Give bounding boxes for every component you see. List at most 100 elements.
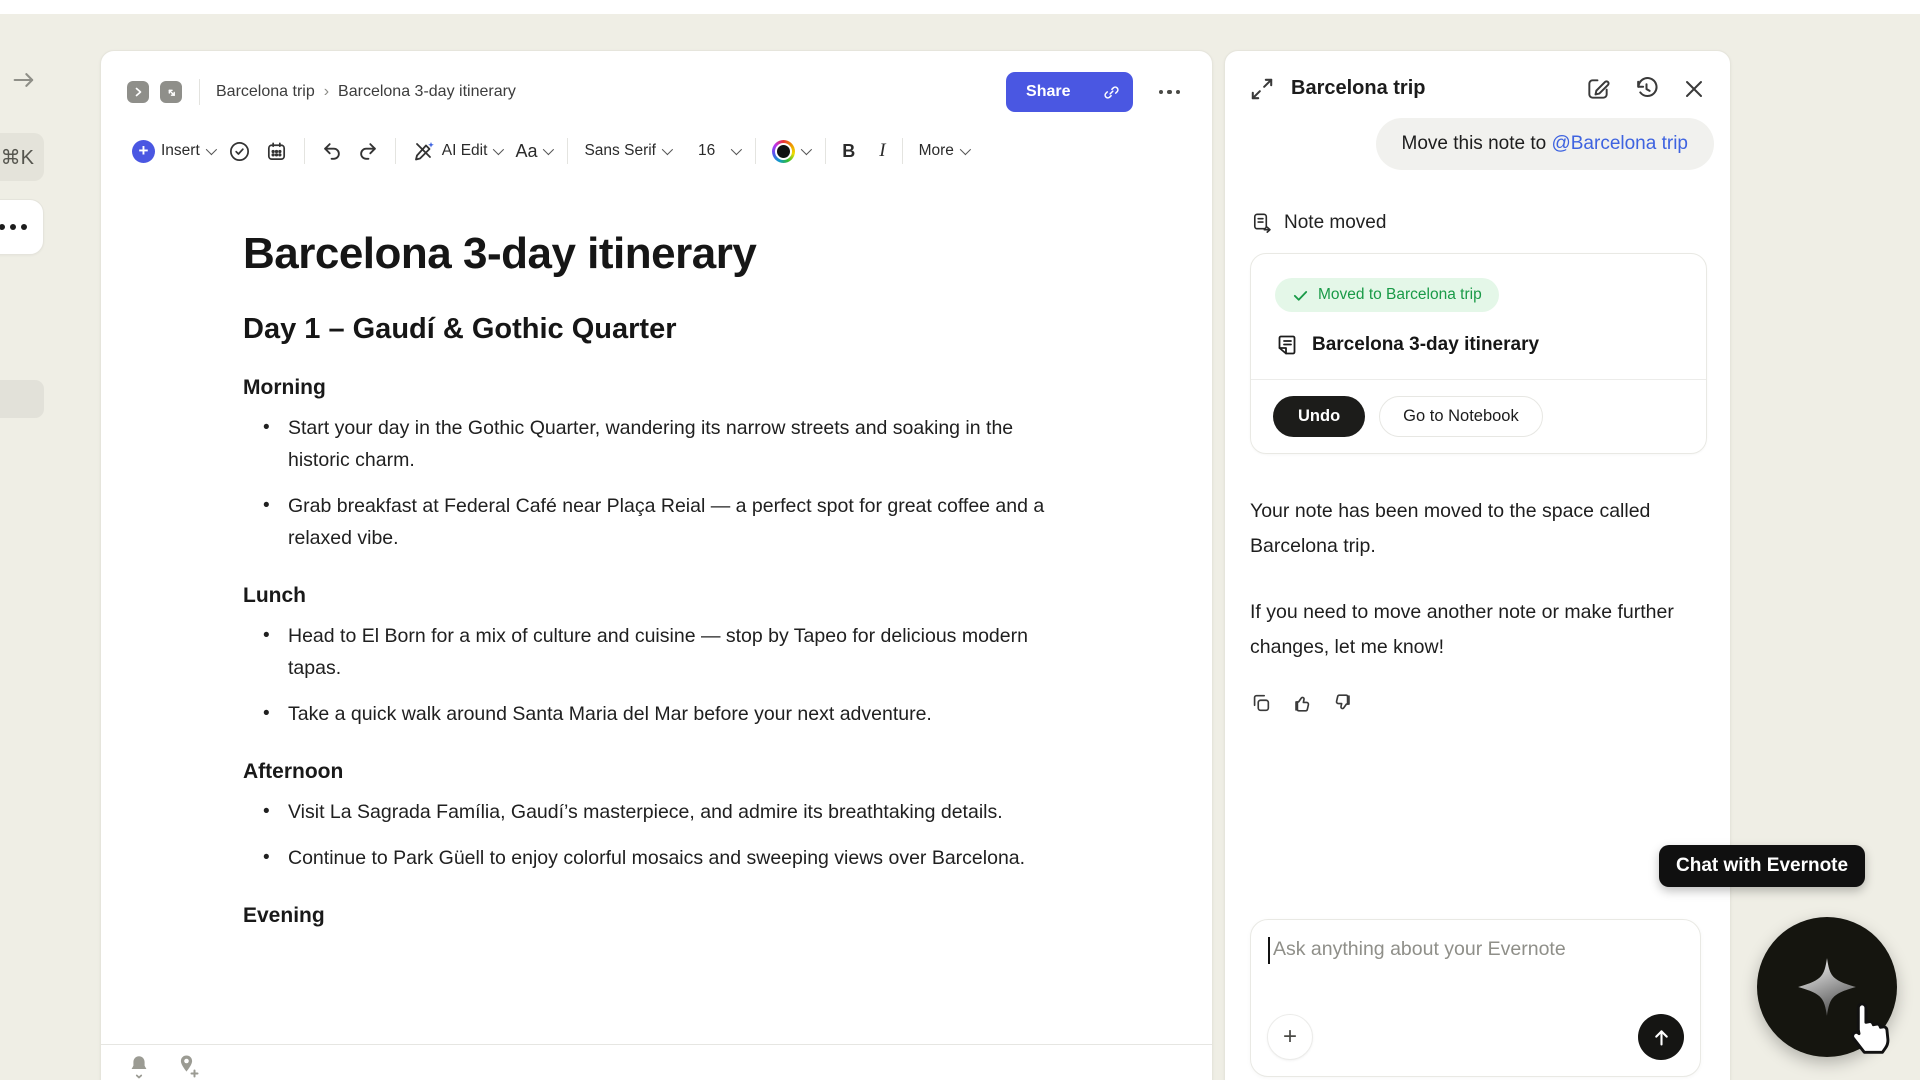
divider — [101, 1044, 1212, 1045]
status-row: Note moved — [1250, 211, 1730, 234]
moved-note-row: Barcelona 3-day itinerary — [1275, 333, 1682, 357]
text-style-dropdown[interactable]: Aa — [508, 137, 558, 166]
assistant-panel: Barcelona trip Move this note to @Barcel… — [1224, 50, 1731, 1080]
pin-add-button[interactable] — [175, 1053, 201, 1079]
note-content[interactable]: Barcelona 3-day itinerary Day 1 – Gaudí … — [101, 177, 1212, 928]
pin-add-icon — [175, 1053, 201, 1079]
thumbs-up-icon — [1291, 692, 1313, 714]
checklist-button[interactable] — [221, 136, 258, 167]
attach-button[interactable]: + — [1267, 1014, 1313, 1060]
sidebar-expand-arrow-icon[interactable] — [10, 66, 38, 94]
collapse-panel-icon[interactable] — [127, 81, 149, 103]
bullet-item: Start your day in the Gothic Quarter, wa… — [243, 412, 1062, 476]
thumbs-down-button[interactable] — [1332, 692, 1354, 714]
italic-button[interactable]: I — [872, 136, 892, 166]
note-moved-card: Moved to Barcelona trip Barcelona 3-day … — [1250, 253, 1707, 454]
top-strip — [0, 0, 1920, 14]
ai-edit-dropdown[interactable]: AI Edit — [405, 135, 509, 167]
ai-pen-icon — [412, 139, 436, 163]
insert-dropdown[interactable]: + Insert — [125, 136, 221, 167]
check-icon — [1292, 287, 1309, 304]
text-cursor — [1268, 937, 1270, 964]
chat-input[interactable]: Ask anything about your Evernote + — [1250, 919, 1701, 1077]
redo-icon — [357, 140, 379, 162]
divider — [199, 79, 200, 105]
chevron-down-icon — [662, 144, 673, 155]
undo-button[interactable] — [314, 136, 350, 166]
sidebar-more-button[interactable] — [0, 199, 44, 255]
chat-input-placeholder: Ask anything about your Evernote — [1273, 938, 1566, 961]
chevron-down-icon — [801, 144, 812, 155]
copy-icon — [1250, 692, 1272, 714]
message-actions — [1250, 692, 1730, 714]
note-editor-card: Barcelona trip › Barcelona 3-day itinera… — [100, 50, 1213, 1080]
send-button[interactable] — [1638, 1014, 1684, 1060]
close-panel-button[interactable] — [1682, 77, 1706, 101]
card-actions: Undo Go to Notebook — [1251, 379, 1706, 453]
bullet-item: Head to El Born for a mix of culture and… — [243, 620, 1062, 684]
chat-with-evernote-fab[interactable] — [1757, 917, 1897, 1057]
redo-button[interactable] — [350, 136, 386, 166]
chevron-down-icon — [960, 144, 971, 155]
bold-button[interactable]: B — [835, 137, 862, 166]
section-heading: Evening — [243, 904, 1062, 928]
breadcrumb-separator: › — [324, 83, 329, 101]
chevron-down-icon — [543, 144, 554, 155]
color-wheel-icon — [772, 140, 795, 163]
font-size-dropdown[interactable]: 16 — [691, 138, 746, 164]
user-message-bubble: Move this note to @Barcelona trip — [1376, 118, 1715, 170]
bullet-list: Visit La Sagrada Família, Gaudí’s master… — [243, 796, 1062, 874]
history-clock-icon — [1633, 75, 1660, 102]
editor-header: Barcelona trip › Barcelona 3-day itinera… — [101, 51, 1212, 113]
note-more-options-button[interactable] — [1153, 84, 1187, 101]
moved-badge: Moved to Barcelona trip — [1275, 278, 1499, 312]
breadcrumb-current[interactable]: Barcelona 3-day itinerary — [338, 83, 516, 101]
compose-icon — [1585, 76, 1611, 102]
chevron-down-icon — [206, 144, 217, 155]
calendar-button[interactable] — [258, 136, 295, 167]
bullet-item: Continue to Park Güell to enjoy colorful… — [243, 842, 1062, 874]
bell-icon — [127, 1053, 151, 1079]
moved-note-title[interactable]: Barcelona 3-day itinerary — [1312, 334, 1539, 356]
new-chat-button[interactable] — [1585, 76, 1611, 102]
copy-link-button[interactable] — [1091, 72, 1133, 112]
assistant-paragraph: Your note has been moved to the space ca… — [1250, 494, 1700, 564]
share-split-button: Share — [1006, 72, 1132, 112]
notebook-mention[interactable]: @Barcelona trip — [1551, 133, 1688, 154]
reminder-bell-button[interactable] — [127, 1053, 151, 1079]
expand-panel-button[interactable] — [1249, 76, 1275, 102]
go-to-notebook-button[interactable]: Go to Notebook — [1379, 396, 1543, 437]
expand-note-icon[interactable] — [160, 81, 182, 103]
bullet-item: Grab breakfast at Federal Café near Plaç… — [243, 490, 1062, 554]
assistant-paragraph: If you need to move another note or make… — [1250, 595, 1700, 665]
note-icon — [1275, 333, 1299, 357]
fab-tooltip: Chat with Evernote — [1659, 845, 1865, 887]
more-formatting-dropdown[interactable]: More — [912, 138, 975, 164]
section-heading: Lunch — [243, 584, 1062, 608]
panel-header: Barcelona trip — [1225, 51, 1730, 102]
bullet-item: Visit La Sagrada Família, Gaudí’s master… — [243, 796, 1062, 828]
thumbs-up-button[interactable] — [1291, 692, 1313, 714]
font-family-dropdown[interactable]: Sans Serif — [577, 138, 677, 164]
formatting-toolbar: + Insert AI Edit Aa Sans Serif 16 — [101, 125, 1212, 177]
plus-icon: + — [132, 140, 155, 163]
close-icon — [1682, 77, 1706, 101]
bullet-item: Take a quick walk around Santa Maria del… — [243, 698, 1062, 730]
undo-button[interactable]: Undo — [1273, 396, 1365, 437]
copy-response-button[interactable] — [1250, 692, 1272, 714]
arrow-up-icon — [1651, 1027, 1672, 1048]
bullet-list: Start your day in the Gothic Quarter, wa… — [243, 412, 1062, 554]
breadcrumb-parent[interactable]: Barcelona trip — [216, 83, 315, 101]
chat-history-button[interactable] — [1633, 75, 1660, 102]
sidebar-collapsed-item[interactable] — [0, 380, 44, 418]
thumbs-down-icon — [1332, 692, 1354, 714]
share-button[interactable]: Share — [1006, 72, 1090, 112]
section-heading: Morning — [243, 376, 1062, 400]
expand-diagonal-icon — [1249, 76, 1275, 102]
ellipsis-icon — [0, 224, 27, 230]
command-k-shortcut-chip[interactable]: ⌘K — [0, 133, 44, 181]
editor-footer — [127, 1053, 201, 1079]
day-heading: Day 1 – Gaudí & Gothic Quarter — [243, 313, 1062, 346]
text-color-dropdown[interactable] — [765, 136, 816, 167]
bullet-list: Head to El Born for a mix of culture and… — [243, 620, 1062, 730]
